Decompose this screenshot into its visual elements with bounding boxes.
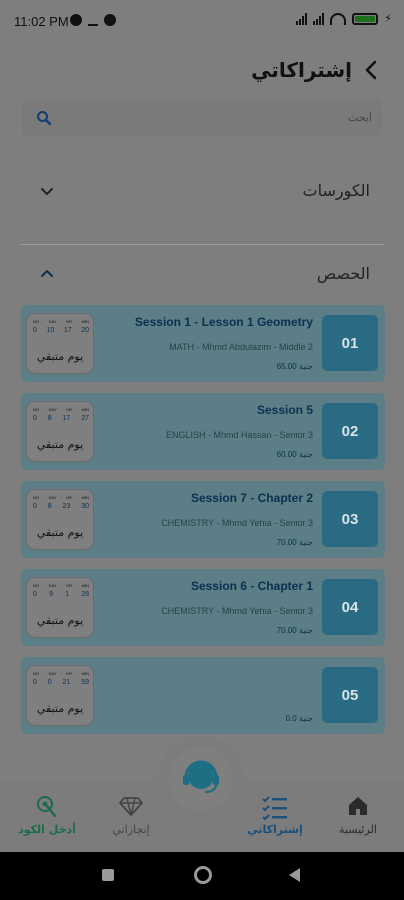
timer-units: NO DAY HR MIN <box>33 583 89 588</box>
nav-home-label: الرئيسية <box>339 823 377 836</box>
timer-values: 0 9 1 28 <box>33 591 89 598</box>
session-price: 70.00 جنية <box>276 538 313 547</box>
signal-icon <box>313 12 325 25</box>
courses-section-header[interactable]: الكورسات <box>20 167 384 217</box>
nav-subscriptions-label: إشتراكاتي <box>247 823 303 836</box>
session-card[interactable]: NO DAY HR MIN 0 9 1 28 يوم متبقي 04 Session 6 … <box>21 569 385 646</box>
signal-icon <box>296 12 308 25</box>
home-icon <box>349 797 367 815</box>
session-price: 0.0 جنية <box>285 714 313 723</box>
session-price: 70.00 جنية <box>276 626 313 635</box>
timer-units: NO DAY HR MIN <box>33 319 89 324</box>
diamond-icon <box>119 797 143 816</box>
session-subtitle: MATH - Mhmd Abdulazim - Middle 2 <box>169 342 313 352</box>
session-subtitle: CHEMISTRY - Mhmd Yehia - Senior 3 <box>161 606 313 616</box>
recent-apps-icon[interactable] <box>102 869 114 881</box>
checklist-icon <box>262 796 287 821</box>
wifi-icon <box>330 12 347 25</box>
remaining-label: يوم متبقي <box>36 702 84 715</box>
system-navigation-bar <box>0 852 404 900</box>
chevron-down-icon[interactable] <box>40 184 54 198</box>
headset-icon <box>183 760 219 794</box>
countdown-timer: NO DAY HR MIN 0 0 21 59 يوم متبقي <box>26 665 94 726</box>
status-time: 11:02 PM <box>14 14 69 29</box>
sessions-label: الحصص <box>316 264 370 283</box>
timer-units: NO DAY HR MIN <box>33 495 89 500</box>
timer-units: NO DAY HR MIN <box>33 407 89 412</box>
remaining-label: يوم متبقي <box>36 614 84 627</box>
support-button[interactable] <box>158 736 244 822</box>
session-number-badge: 02 <box>322 403 378 459</box>
notification-icon <box>104 14 116 26</box>
session-card[interactable]: NO DAY HR MIN 0 8 23 30 يوم متبقي 03 Session 7… <box>21 481 385 558</box>
nav-enter-code-label: أدخل الكود <box>18 823 76 836</box>
session-price: 65.00 جنية <box>276 362 313 371</box>
battery-icon <box>352 12 379 25</box>
session-number-badge: 03 <box>322 491 378 547</box>
remaining-label: يوم متبقي <box>36 438 84 451</box>
back-arrow-icon[interactable] <box>360 58 382 82</box>
session-subtitle: ENGLISH - Mhmd Hassan - Senior 3 <box>165 430 313 440</box>
support-button-inner <box>169 747 233 811</box>
session-card[interactable]: NO DAY HR MIN 0 0 21 59 يوم متبقي 05 0.0 جنية <box>21 657 385 734</box>
countdown-timer: NO DAY HR MIN 0 9 1 28 يوم متبقي <box>26 577 94 638</box>
session-title: Session 1 - Lesson 1 Geometry <box>134 315 313 329</box>
timer-values: 0 0 21 59 <box>33 679 89 686</box>
tap-code-icon <box>37 796 57 818</box>
session-card[interactable]: NO DAY HR MIN 0 8 17 27 يوم متبقي 02 Session 5… <box>21 393 385 470</box>
session-price: 60.00 جنية <box>276 450 313 459</box>
chevron-up-icon[interactable] <box>40 267 54 281</box>
home-system-icon[interactable] <box>194 866 212 884</box>
search-input[interactable] <box>62 100 372 136</box>
back-system-icon[interactable] <box>289 868 300 882</box>
session-title: Session 5 <box>256 403 313 417</box>
notification-icons <box>70 14 116 26</box>
download-icon <box>88 14 98 26</box>
page-title: إشتراكاتي <box>251 58 352 82</box>
timer-units: NO DAY HR MIN <box>33 671 89 676</box>
timer-values: 0 10 17 20 <box>33 327 89 334</box>
timer-values: 0 8 23 30 <box>33 503 89 510</box>
session-number-badge: 04 <box>322 579 378 635</box>
session-card[interactable]: NO DAY HR MIN 0 10 17 20 يوم متبقي 01 Session … <box>21 305 385 382</box>
remaining-label: يوم متبقي <box>36 350 84 363</box>
section-divider <box>20 244 384 245</box>
session-number-badge: 01 <box>322 315 378 371</box>
session-title: Session 7 - Chapter 2 <box>190 491 313 505</box>
session-title: Session 6 - Chapter 1 <box>190 579 313 593</box>
charging-icon: ⚡ <box>384 12 392 25</box>
timer-values: 0 8 17 27 <box>33 415 89 422</box>
remaining-label: يوم متبقي <box>36 526 84 539</box>
status-bar: 11:02 PM ⚡ <box>0 0 404 46</box>
search-icon[interactable] <box>36 110 52 126</box>
session-subtitle: CHEMISTRY - Mhmd Yehia - Senior 3 <box>161 518 313 528</box>
app-header: إشتراكاتي <box>0 46 404 96</box>
courses-label: الكورسات <box>302 181 371 200</box>
countdown-timer: NO DAY HR MIN 0 8 23 30 يوم متبقي <box>26 489 94 550</box>
system-status-icons: ⚡ <box>296 12 392 25</box>
notification-icon <box>70 14 82 26</box>
session-number-badge: 05 <box>322 667 378 723</box>
search-bar[interactable] <box>22 100 382 136</box>
nav-achievements-label: إنجازاتي <box>112 823 150 836</box>
countdown-timer: NO DAY HR MIN 0 10 17 20 يوم متبقي <box>26 313 94 374</box>
sessions-section-header[interactable]: الحصص <box>20 250 384 300</box>
countdown-timer: NO DAY HR MIN 0 8 17 27 يوم متبقي <box>26 401 94 462</box>
